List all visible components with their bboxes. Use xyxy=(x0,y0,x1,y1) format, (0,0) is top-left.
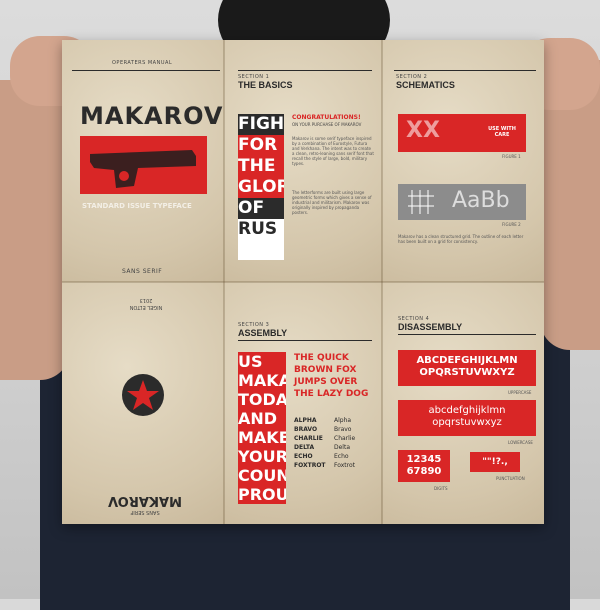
list-item: Bravo xyxy=(334,426,352,433)
figure-1-caption: FIGURE 1 xyxy=(502,154,521,159)
assembly-rule xyxy=(238,340,372,341)
disassembly-rule xyxy=(398,334,536,335)
pistol-image xyxy=(80,136,207,194)
list-item: DELTA xyxy=(294,444,315,451)
cover-subtitle: STANDARD ISSUE TYPEFACE xyxy=(82,202,192,210)
figure-1-box: XX USE WITH CARE xyxy=(398,114,526,152)
punctuation-caption: PUNCTUATION xyxy=(496,476,525,481)
basics-word: OF xyxy=(238,198,284,219)
list-item: Echo xyxy=(334,453,349,460)
list-item: CHARLIE xyxy=(294,435,323,442)
cover-footer: SANS SERIF xyxy=(122,268,163,275)
figure-2-letters: AaBb xyxy=(452,188,510,213)
basics-body-1: Makarov is some serif typeface inspired … xyxy=(292,136,374,166)
figure-2-caption: FIGURE 2 xyxy=(502,222,521,227)
panel-cover: OPERATERS MANUAL MAKAROV STANDARD ISSUE … xyxy=(62,40,224,282)
list-item: BRAVO xyxy=(294,426,318,433)
panel-back: NIGEL ELTON 2013 SANS SERIF MAKAROV xyxy=(62,282,224,524)
grid-icon xyxy=(408,190,434,214)
basics-word: FIGH xyxy=(238,114,284,135)
digits-caption: DIGITS xyxy=(434,486,448,491)
assembly-sample-block: US MAKAR TODA AND MAKE YOUR COUNT PROU xyxy=(238,352,286,504)
back-header: NIGEL ELTON 2013 xyxy=(116,296,176,310)
assembly-pangram: THE QUICK BROWN FOX JUMPS OVER THE LAZY … xyxy=(294,353,369,399)
digits-row-1: 12345 xyxy=(406,454,442,465)
schematics-rule xyxy=(394,70,536,71)
unfolded-manual-poster: OPERATERS MANUAL MAKAROV STANDARD ISSUE … xyxy=(62,40,544,524)
uppercase-row-2: OPQRSTUVWXYZ xyxy=(419,367,515,378)
list-item: Alpha xyxy=(334,417,352,424)
digits-row-2: 67890 xyxy=(406,466,442,477)
cover-title: MAKAROV xyxy=(80,102,224,130)
basics-word: RUS xyxy=(238,219,284,240)
lowercase-row-2: opqrstuvwxyz xyxy=(432,417,502,428)
basics-subheading: ON YOUR PURCHASE OF MAKAROV xyxy=(292,122,362,127)
cover-rule xyxy=(72,70,220,71)
figure-1-letters: XX xyxy=(406,118,440,143)
left-arm xyxy=(0,80,70,380)
back-footer: SANS SERIF MAKAROV xyxy=(102,493,188,518)
assembly-word: US xyxy=(238,352,263,371)
back-title: MAKAROV xyxy=(108,493,182,508)
digits-box: 12345 67890 xyxy=(398,450,450,482)
assembly-word: COUNT xyxy=(238,466,286,485)
panel-schematics: SECTION 2 SCHEMATICS XX USE WITH CARE FI… xyxy=(382,40,544,282)
panel-basics: SECTION 1 THE BASICS FIGH FOR THE GLORY … xyxy=(224,40,382,282)
list-item: ECHO xyxy=(294,453,313,460)
basics-word: THE xyxy=(238,156,284,177)
list-item: FOXTROT xyxy=(294,462,326,469)
back-author: NIGEL ELTON xyxy=(129,304,163,310)
panel-assembly: SECTION 3 ASSEMBLY US MAKAR TODA AND MAK… xyxy=(224,282,382,524)
basics-word: GLORY xyxy=(238,177,284,198)
fold-line xyxy=(62,281,544,283)
assembly-list-regular: Alpha Bravo Charlie Delta Echo Foxtrot xyxy=(334,416,355,470)
panel-disassembly: SECTION 4 DISASSEMBLY ABCDEFGHIJKLMN OPQ… xyxy=(382,282,544,524)
basics-rule xyxy=(238,70,372,71)
lowercase-box: abcdefghijklmn opqrstuvwxyz xyxy=(398,400,536,436)
cover-header: OPERATERS MANUAL xyxy=(112,60,173,66)
list-item: Delta xyxy=(334,444,351,451)
pistol-icon xyxy=(90,150,196,188)
assembly-word: TODA xyxy=(238,390,286,409)
basics-word: FOR xyxy=(238,135,284,156)
assembly-word: MAKAR xyxy=(238,371,286,390)
back-year: 2013 xyxy=(139,297,153,303)
basics-heading: CONGRATULATIONS! xyxy=(292,114,361,121)
uppercase-row-1: ABCDEFGHIJKLMN xyxy=(416,355,518,366)
assembly-word: MAKE xyxy=(238,428,286,447)
uppercase-box: ABCDEFGHIJKLMN OPQRSTUVWXYZ xyxy=(398,350,536,386)
schematics-body: Makarov has a clean structured grid. The… xyxy=(398,234,524,244)
assembly-title: ASSEMBLY xyxy=(238,328,288,338)
punctuation-box: ""!?., xyxy=(470,452,520,472)
disassembly-title: DISASSEMBLY xyxy=(398,322,463,332)
lowercase-caption: LOWERCASE xyxy=(508,440,533,445)
back-star-badge xyxy=(122,374,164,416)
assembly-word: PROU xyxy=(238,485,286,504)
list-item: Charlie xyxy=(334,435,356,442)
assembly-word: YOUR xyxy=(238,447,286,466)
basics-title: THE BASICS xyxy=(238,80,293,90)
assembly-list-bold: ALPHA BRAVO CHARLIE DELTA ECHO FOXTROT xyxy=(294,416,326,470)
list-item: ALPHA xyxy=(294,417,317,424)
basics-sample-block: FIGH FOR THE GLORY OF RUS xyxy=(238,114,284,260)
figure-2-box: AaBb xyxy=(398,184,526,220)
star-icon xyxy=(127,380,159,410)
uppercase-caption: UPPERCASE xyxy=(508,390,532,395)
schematics-title: SCHEMATICS xyxy=(396,80,455,90)
use-with-care: USE WITH CARE xyxy=(488,126,516,138)
basics-body-2: The letterforms are built using large ge… xyxy=(292,190,372,215)
assembly-word: AND xyxy=(238,409,278,428)
list-item: Foxtrot xyxy=(334,462,355,469)
punctuation-glyphs: ""!?., xyxy=(482,457,508,467)
lowercase-row-1: abcdefghijklmn xyxy=(428,405,506,416)
